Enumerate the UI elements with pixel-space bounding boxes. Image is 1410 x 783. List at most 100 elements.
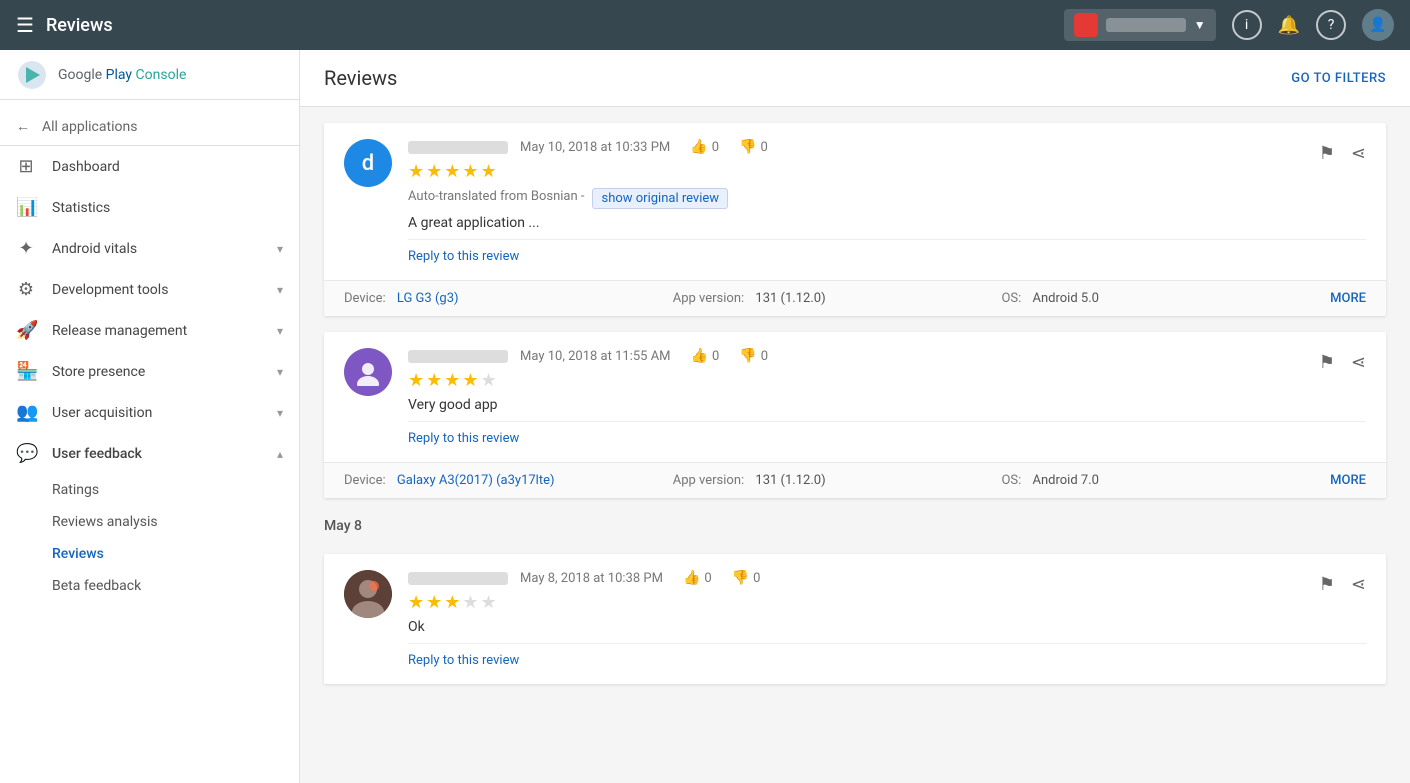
ratings-label: Ratings xyxy=(52,482,99,498)
user-avatar[interactable]: 👤 xyxy=(1362,9,1394,41)
sidebar-item-user-feedback-label: User feedback xyxy=(52,446,261,462)
info-button[interactable]: i xyxy=(1232,10,1262,40)
flag-icon[interactable]: ⚑ xyxy=(1319,143,1335,164)
thumbs-up-3-icon: 👍 xyxy=(683,570,700,586)
review-1-thumbs-down: 👎 0 xyxy=(739,139,768,155)
back-to-all-apps[interactable]: ← All applications xyxy=(0,108,299,146)
review-1-stars: ★★★★★ xyxy=(408,161,1366,182)
logo-console: Console xyxy=(132,67,186,83)
back-arrow-icon: ← xyxy=(16,118,30,135)
review-3-thumbs-up: 👍 0 xyxy=(683,570,712,586)
review-3-divider xyxy=(408,643,1366,644)
beta-feedback-label: Beta feedback xyxy=(52,578,141,594)
sidebar-item-beta-feedback[interactable]: Beta feedback xyxy=(0,570,299,602)
sidebar-item-development-tools[interactable]: ⚙ Development tools ▾ xyxy=(0,269,299,310)
thumbs-down-icon: 👎 xyxy=(739,139,756,155)
review-2-flag-icon[interactable]: ⚑ xyxy=(1319,352,1335,373)
sidebar-logo: Google Play Console xyxy=(0,50,299,100)
review-3-body: May 8, 2018 at 10:38 PM 👍 0 👎 0 xyxy=(408,570,1366,668)
go-to-filters-button[interactable]: GO TO FILTERS xyxy=(1291,71,1386,86)
review-3-reply-link[interactable]: Reply to this review xyxy=(408,653,519,668)
logo-play: Play xyxy=(102,67,132,83)
sidebar-nav: ← All applications ⊞ Dashboard 📊 Statist… xyxy=(0,100,299,783)
review-2-os-value: Android 7.0 xyxy=(1032,473,1098,488)
review-1-reply-link[interactable]: Reply to this review xyxy=(408,249,519,264)
sidebar-item-dashboard-label: Dashboard xyxy=(52,159,283,175)
review-2-footer: Device: Galaxy A3(2017) (a3y17lte) App v… xyxy=(324,462,1386,498)
review-1-version-label: App version: xyxy=(673,291,744,306)
review-2-stars: ★★★★★ xyxy=(408,370,1366,391)
review-3-text: Ok xyxy=(408,619,1366,635)
thumbs-up-2-icon: 👍 xyxy=(691,348,708,364)
review-3-stars: ★★★★★ xyxy=(408,592,1366,613)
review-1-main: d May 10, 2018 at 10:33 PM 👍 0 👎 xyxy=(324,123,1386,280)
review-1-more-button[interactable]: MORE xyxy=(1330,291,1366,306)
notifications-icon[interactable]: 🔔 xyxy=(1278,15,1300,36)
review-2-more-button[interactable]: MORE xyxy=(1330,473,1366,488)
reviewer-1-name-blurred xyxy=(408,141,508,154)
topbar-title: Reviews xyxy=(46,15,113,36)
review-1-translation-area: Auto-translated from Bosnian - show orig… xyxy=(408,188,1366,209)
review-3-up-count: 0 xyxy=(704,571,711,586)
sidebar-item-development-tools-label: Development tools xyxy=(52,282,261,298)
menu-icon[interactable]: ☰ xyxy=(16,13,34,37)
sidebar-item-release-management-label: Release management xyxy=(52,323,261,339)
review-1-device-label: Device: xyxy=(344,291,386,306)
review-1-os-label: OS: xyxy=(1001,291,1021,306)
reviewer-2-name-blurred xyxy=(408,350,508,363)
sidebar-item-user-acquisition[interactable]: 👥 User acquisition ▾ xyxy=(0,392,299,433)
app-selector[interactable]: ▼ xyxy=(1064,9,1216,41)
review-2-reply-link[interactable]: Reply to this review xyxy=(408,431,519,446)
sidebar-item-android-vitals-label: Android vitals xyxy=(52,241,261,257)
review-2-divider xyxy=(408,421,1366,422)
help-icon: ? xyxy=(1328,17,1335,33)
statistics-icon: 📊 xyxy=(16,197,36,218)
content-header: Reviews GO TO FILTERS xyxy=(300,50,1410,107)
user-feedback-chevron-icon: ▴ xyxy=(277,447,283,461)
topbar-left: ☰ Reviews xyxy=(16,13,316,37)
sidebar-item-reviews-analysis[interactable]: Reviews analysis xyxy=(0,506,299,538)
sidebar-item-reviews[interactable]: Reviews xyxy=(0,538,299,570)
android-vitals-icon: ✦ xyxy=(16,238,36,259)
review-card-3-inner: May 8, 2018 at 10:38 PM 👍 0 👎 0 xyxy=(324,554,1386,684)
sidebar-item-dashboard[interactable]: ⊞ Dashboard xyxy=(0,146,299,187)
review-1-translation-note: Auto-translated from Bosnian - xyxy=(408,189,584,204)
review-3-main: May 8, 2018 at 10:38 PM 👍 0 👎 0 xyxy=(324,554,1386,684)
share-icon[interactable]: ⋖ xyxy=(1351,143,1366,164)
sidebar-item-user-feedback[interactable]: 💬 User feedback ▴ xyxy=(0,433,299,474)
review-2-thumbs-up: 👍 0 xyxy=(691,348,720,364)
sidebar-item-ratings[interactable]: Ratings xyxy=(0,474,299,506)
review-2-text: Very good app xyxy=(408,397,1366,413)
store-presence-chevron-icon: ▾ xyxy=(277,365,283,379)
help-button[interactable]: ? xyxy=(1316,10,1346,40)
review-1-divider xyxy=(408,239,1366,240)
review-1-os-section: OS: Android 5.0 xyxy=(1001,291,1330,306)
review-3-meta: May 8, 2018 at 10:38 PM 👍 0 👎 0 xyxy=(408,570,1366,586)
review-2-thumbs-down: 👎 0 xyxy=(739,348,768,364)
user-feedback-icon: 💬 xyxy=(16,443,36,464)
development-tools-icon: ⚙ xyxy=(16,279,36,300)
show-original-button[interactable]: show original review xyxy=(592,188,728,209)
avatar-icon: 👤 xyxy=(1369,17,1386,33)
content-area: Reviews GO TO FILTERS d May 10, 2018 at … xyxy=(300,50,1410,783)
development-tools-chevron-icon: ▾ xyxy=(277,283,283,297)
sidebar-item-statistics[interactable]: 📊 Statistics xyxy=(0,187,299,228)
logo-text: Google Play Console xyxy=(58,67,186,83)
review-1-up-count: 0 xyxy=(712,140,719,155)
thumbs-down-2-icon: 👎 xyxy=(739,348,756,364)
review-2-actions: ⚑ ⋖ xyxy=(1319,352,1366,373)
review-2-date: May 10, 2018 at 11:55 AM xyxy=(520,349,671,364)
sidebar-item-store-presence[interactable]: 🏪 Store presence ▾ xyxy=(0,351,299,392)
review-3-share-icon[interactable]: ⋖ xyxy=(1351,574,1366,595)
dashboard-icon: ⊞ xyxy=(16,156,36,177)
review-2-down-count: 0 xyxy=(761,349,768,364)
google-play-logo-icon xyxy=(16,59,48,91)
review-card-1-inner: d May 10, 2018 at 10:33 PM 👍 0 👎 xyxy=(324,123,1386,280)
sidebar-item-android-vitals[interactable]: ✦ Android vitals ▾ xyxy=(0,228,299,269)
sidebar-item-release-management[interactable]: 🚀 Release management ▾ xyxy=(0,310,299,351)
android-vitals-chevron-icon: ▾ xyxy=(277,242,283,256)
review-2-share-icon[interactable]: ⋖ xyxy=(1351,352,1366,373)
review-3-flag-icon[interactable]: ⚑ xyxy=(1319,574,1335,595)
review-3-thumbs-down: 👎 0 xyxy=(732,570,761,586)
release-management-icon: 🚀 xyxy=(16,320,36,341)
